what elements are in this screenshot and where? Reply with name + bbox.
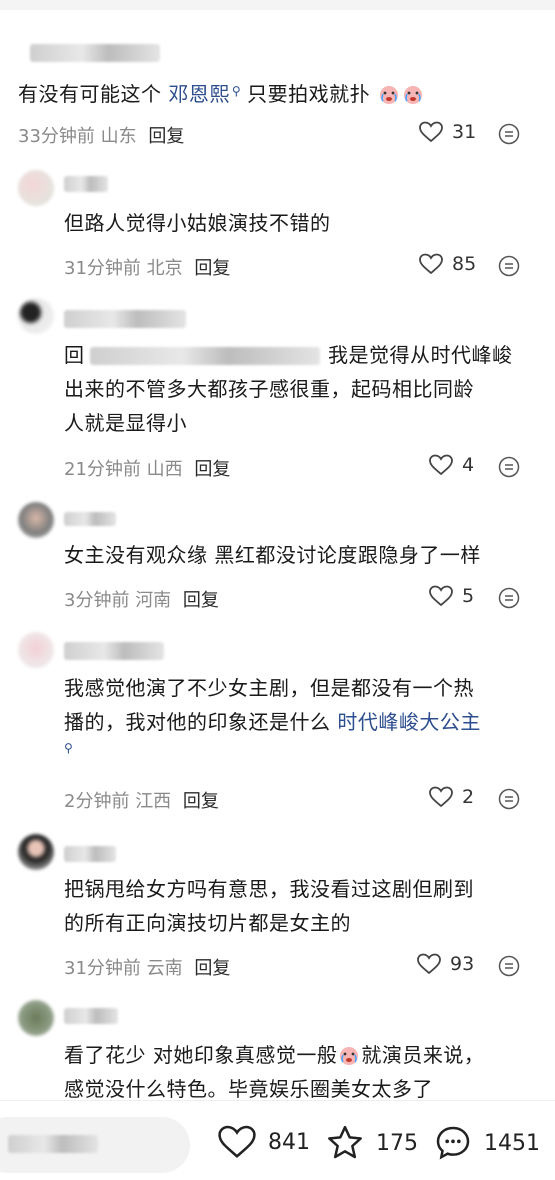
topic-link[interactable]: 时代峰峻大公主	[337, 710, 481, 734]
reply-prefix: 回	[64, 343, 85, 367]
like-post-button[interactable]: 841	[216, 1123, 310, 1161]
like-button[interactable]: 2	[428, 785, 474, 809]
comment-text: 看了花少 对她印象真感觉一般 就演员来说， 感觉没什么特色。毕竟娱乐圈美女太多了	[64, 1043, 485, 1101]
avatar[interactable]	[18, 170, 54, 206]
more-options-icon[interactable]	[498, 955, 520, 977]
like-count: 5	[462, 585, 475, 607]
heart-icon	[429, 454, 453, 476]
like-count: 93	[450, 953, 475, 975]
heart-icon	[417, 953, 441, 975]
comment-text: 有没有可能这个 邓恩熙 ⚲ 只要拍戏就扑	[18, 74, 538, 111]
username-blurred	[64, 512, 116, 526]
location-label: 云南	[146, 958, 183, 979]
like-button[interactable]: 5	[428, 584, 474, 608]
time-label: 31分钟前	[64, 958, 141, 979]
heart-icon	[429, 786, 453, 808]
reply-button[interactable]: 回复	[183, 791, 219, 812]
like-button[interactable]: 31	[418, 120, 476, 144]
like-count: 841	[268, 1129, 310, 1155]
heart-icon	[429, 585, 453, 607]
favorite-count: 175	[376, 1130, 418, 1156]
comment-meta: 31分钟前 云南 回复	[64, 954, 230, 980]
comment-meta: 2分钟前 江西 回复	[64, 787, 219, 813]
comment-meta: 31分钟前 北京 回复	[64, 254, 230, 280]
username-blurred	[64, 846, 116, 862]
more-options-icon[interactable]	[498, 456, 520, 478]
more-options-icon[interactable]	[498, 587, 520, 609]
reply-button[interactable]: 回复	[194, 258, 230, 279]
comment-text: 女主没有观众缘 黑红都没讨论度跟隐身了一样	[64, 543, 481, 567]
heart-icon	[218, 1125, 256, 1158]
username-blurred	[30, 44, 160, 62]
reply-target-blurred	[90, 347, 320, 365]
input-placeholder-blurred	[8, 1135, 98, 1153]
comment-text: 但路人觉得小姑娘演技不错的	[64, 211, 331, 235]
time-label: 2分钟前	[64, 791, 130, 812]
chat-bubble-icon	[436, 1126, 470, 1160]
reply-button[interactable]: 回复	[194, 958, 230, 979]
location-label: 山东	[100, 126, 137, 147]
comment-meta: 33分钟前 山东 回复	[18, 122, 184, 148]
username-blurred	[64, 310, 186, 328]
search-icon: ⚲	[64, 741, 74, 755]
location-label: 北京	[146, 258, 183, 279]
like-count: 85	[452, 253, 477, 275]
username-blurred	[64, 1008, 118, 1024]
avatar[interactable]	[18, 632, 54, 668]
username-blurred	[64, 176, 108, 192]
location-label: 江西	[135, 791, 172, 812]
favorite-button[interactable]: 175	[324, 1123, 418, 1163]
comment-text: 回 我是觉得从时代峰峻 出来的不管多大都孩子感很重，起码相比同龄 人就是显得小	[64, 343, 513, 435]
avatar[interactable]	[18, 834, 54, 870]
avatar[interactable]	[18, 502, 54, 538]
reply-button[interactable]: 回复	[148, 126, 184, 147]
reply-button[interactable]: 回复	[183, 590, 219, 611]
username-blurred	[64, 642, 164, 660]
avatar[interactable]	[18, 1000, 54, 1036]
heart-icon	[419, 121, 443, 143]
location-label: 山西	[146, 459, 183, 480]
time-label: 3分钟前	[64, 590, 130, 611]
like-button[interactable]: 93	[416, 952, 474, 976]
avatar[interactable]	[18, 298, 54, 334]
location-label: 河南	[135, 590, 172, 611]
like-button[interactable]: 85	[418, 252, 476, 276]
comment-meta: 21分钟前 山西 回复	[64, 455, 230, 481]
comment-meta: 3分钟前 河南 回复	[64, 586, 219, 612]
star-icon	[328, 1125, 362, 1159]
search-icon: ⚲	[231, 84, 242, 98]
more-options-icon[interactable]	[498, 255, 520, 277]
time-label: 21分钟前	[64, 459, 141, 480]
like-count: 31	[452, 121, 477, 143]
like-count: 4	[462, 454, 475, 476]
time-label: 31分钟前	[64, 258, 141, 279]
comment-input[interactable]	[0, 1117, 190, 1173]
topic-link[interactable]: 邓恩熙	[168, 82, 230, 106]
heart-icon	[419, 253, 443, 275]
time-label: 33分钟前	[18, 126, 95, 147]
comment-count: 1451	[484, 1130, 540, 1156]
like-button[interactable]: 4	[428, 453, 474, 477]
bottom-action-bar: 841 175 1451	[0, 1100, 555, 1180]
comment-text: 我感觉他演了不少女主剧，但是都没有一个热 播的，我对他的印象还是什么 时代峰峻大…	[64, 671, 544, 757]
crying-emoji-icon	[404, 86, 423, 104]
more-options-icon[interactable]	[498, 123, 520, 145]
more-options-icon[interactable]	[498, 788, 520, 810]
crying-emoji-icon	[340, 1047, 359, 1065]
reply-button[interactable]: 回复	[194, 459, 230, 480]
comment-text: 把锅甩给女方吗有意思，我没看过这剧但刷到 的所有正向演技切片都是女主的	[64, 877, 474, 935]
crying-emoji-icon	[380, 86, 399, 104]
comment-count-button[interactable]: 1451	[432, 1123, 540, 1163]
top-edge	[0, 0, 555, 10]
like-count: 2	[462, 786, 475, 808]
